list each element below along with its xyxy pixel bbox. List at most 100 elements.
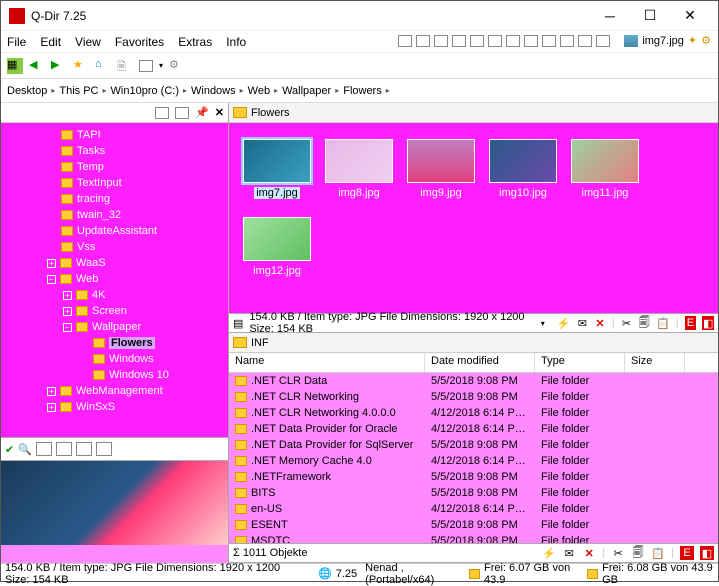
forward-icon[interactable]: ▶ (51, 58, 67, 74)
back-icon[interactable]: ◀ (29, 58, 45, 74)
thumbnail[interactable]: img8.jpg (323, 139, 395, 199)
edit-icon[interactable]: E (685, 316, 697, 330)
layout-icon[interactable] (488, 35, 502, 47)
tree-node[interactable]: −Web (1, 271, 228, 287)
file-list[interactable]: .NET CLR Data5/5/2018 9:08 PMFile folder… (229, 373, 718, 543)
home-icon[interactable]: ⌂ (95, 58, 111, 74)
pin-icon[interactable]: 📌 (195, 106, 209, 119)
menu-view[interactable]: View (75, 35, 101, 49)
layout-icon[interactable] (578, 35, 592, 47)
view-icon[interactable] (56, 442, 72, 456)
table-row[interactable]: .NET CLR Networking5/5/2018 9:08 PMFile … (229, 389, 718, 405)
table-row[interactable]: .NET Data Provider for SqlServer5/5/2018… (229, 437, 718, 453)
table-row[interactable]: .NET Memory Cache 4.04/12/2018 6:14 P…Fi… (229, 453, 718, 469)
table-row[interactable]: MSDTC5/5/2018 9:08 PMFile folder (229, 533, 718, 543)
thumbnail[interactable]: img11.jpg (569, 139, 641, 199)
breadcrumb-item[interactable]: Win10pro (C:)▸ (111, 85, 187, 97)
tree-node[interactable]: Flowers (1, 335, 228, 351)
tree-node[interactable]: tracing (1, 191, 228, 207)
close-button[interactable]: ✕ (670, 2, 710, 30)
layout-icon[interactable] (506, 35, 520, 47)
folder-tree[interactable]: TAPITasksTempTextInputtracingtwain_32Upd… (1, 123, 228, 437)
breadcrumb-item[interactable]: Flowers▸ (343, 85, 390, 97)
maximize-button[interactable]: ☐ (630, 2, 670, 30)
column-header[interactable]: Type (535, 353, 625, 372)
tool-icon[interactable]: ⚙ (701, 34, 711, 47)
check-icon[interactable]: ✔ (5, 443, 14, 456)
menu-edit[interactable]: Edit (40, 35, 61, 49)
tree-node[interactable]: twain_32 (1, 207, 228, 223)
view-icon[interactable] (76, 442, 92, 456)
layout-icon[interactable] (560, 35, 574, 47)
action-icon[interactable]: ◧ (702, 316, 714, 330)
mail-icon[interactable]: ✉ (562, 546, 576, 560)
view-icon[interactable] (36, 442, 52, 456)
tree-node[interactable]: Temp (1, 159, 228, 175)
edit-icon[interactable]: E (680, 546, 694, 560)
star-icon[interactable]: ★ (73, 58, 89, 74)
close-icon[interactable]: ✕ (215, 106, 224, 119)
paste-icon[interactable]: 📋 (656, 316, 670, 330)
column-header[interactable]: Date modified (425, 353, 535, 372)
chevron-down-icon[interactable]: ▾ (541, 319, 545, 328)
tree-node[interactable]: Windows (1, 351, 228, 367)
layout-icon[interactable] (470, 35, 484, 47)
menu-info[interactable]: Info (226, 35, 246, 49)
column-header[interactable]: Size (625, 353, 685, 372)
table-row[interactable]: .NET CLR Data5/5/2018 9:08 PMFile folder (229, 373, 718, 389)
thumbnail[interactable]: img12.jpg (241, 217, 313, 277)
tree-node[interactable]: −Wallpaper (1, 319, 228, 335)
minimize-button[interactable]: ─ (590, 2, 630, 30)
tool-icon[interactable]: ✦ (688, 34, 697, 47)
tree-node[interactable]: TextInput (1, 175, 228, 191)
filter-icon[interactable]: ⚡ (542, 546, 556, 560)
tree-node[interactable]: Tasks (1, 143, 228, 159)
breadcrumb-item[interactable]: This PC▸ (59, 85, 106, 97)
dropdown-icon[interactable]: ▾ (159, 61, 163, 70)
layout-icon[interactable] (596, 35, 610, 47)
action-icon[interactable]: ◧ (700, 546, 714, 560)
view-icon[interactable] (96, 442, 112, 456)
breadcrumb-item[interactable]: Wallpaper▸ (282, 85, 339, 97)
tree-node[interactable]: +WebManagement (1, 383, 228, 399)
layout-icon[interactable] (416, 35, 430, 47)
column-header[interactable]: Name (229, 353, 425, 372)
breadcrumb-item[interactable]: Desktop▸ (7, 85, 55, 97)
tree-node[interactable]: TAPI (1, 127, 228, 143)
search-icon[interactable]: 🔍 (18, 443, 32, 456)
pane1-tab[interactable]: Flowers (229, 103, 718, 123)
delete-icon[interactable]: ✕ (582, 546, 596, 560)
tree-node[interactable]: UpdateAssistant (1, 223, 228, 239)
table-row[interactable]: .NETFramework5/5/2018 9:08 PMFile folder (229, 469, 718, 485)
new-tab-icon[interactable]: ▦ (7, 58, 23, 74)
tree-node[interactable]: +WinSxS (1, 399, 228, 415)
tree-node[interactable]: +WaaS (1, 255, 228, 271)
view-icon[interactable] (139, 60, 153, 72)
thumbnail-grid[interactable]: img7.jpgimg8.jpgimg9.jpgimg10.jpgimg11.j… (229, 123, 718, 313)
tree-node[interactable]: +Screen (1, 303, 228, 319)
cut-icon[interactable]: ✂ (611, 546, 625, 560)
pane2-tab[interactable]: INF (229, 333, 718, 353)
thumbnail[interactable]: img9.jpg (405, 139, 477, 199)
menu-favorites[interactable]: Favorites (115, 35, 164, 49)
tree-node[interactable]: +4K (1, 287, 228, 303)
layout-icon[interactable] (524, 35, 538, 47)
list-header[interactable]: NameDate modifiedTypeSize (229, 353, 718, 373)
view-icon[interactable] (155, 107, 169, 119)
table-row[interactable]: .NET CLR Networking 4.0.0.04/12/2018 6:1… (229, 405, 718, 421)
table-row[interactable]: ESENT5/5/2018 9:08 PMFile folder (229, 517, 718, 533)
table-row[interactable]: en-US4/12/2018 6:14 P…File folder (229, 501, 718, 517)
table-row[interactable]: BITS5/5/2018 9:08 PMFile folder (229, 485, 718, 501)
view-icon[interactable] (175, 107, 189, 119)
menu-extras[interactable]: Extras (178, 35, 212, 49)
layout-icon[interactable] (434, 35, 448, 47)
layout-icon[interactable] (542, 35, 556, 47)
gear-icon[interactable]: ⚙ (169, 58, 185, 74)
copy-icon[interactable]: 🗐 (631, 546, 645, 560)
cut-icon[interactable]: ✂ (621, 316, 633, 330)
layout-icon[interactable] (398, 35, 412, 47)
list-icon[interactable]: ▤ (233, 317, 243, 330)
delete-icon[interactable]: ✕ (594, 316, 606, 330)
breadcrumb-item[interactable]: Windows▸ (191, 85, 244, 97)
layout-icon[interactable] (452, 35, 466, 47)
